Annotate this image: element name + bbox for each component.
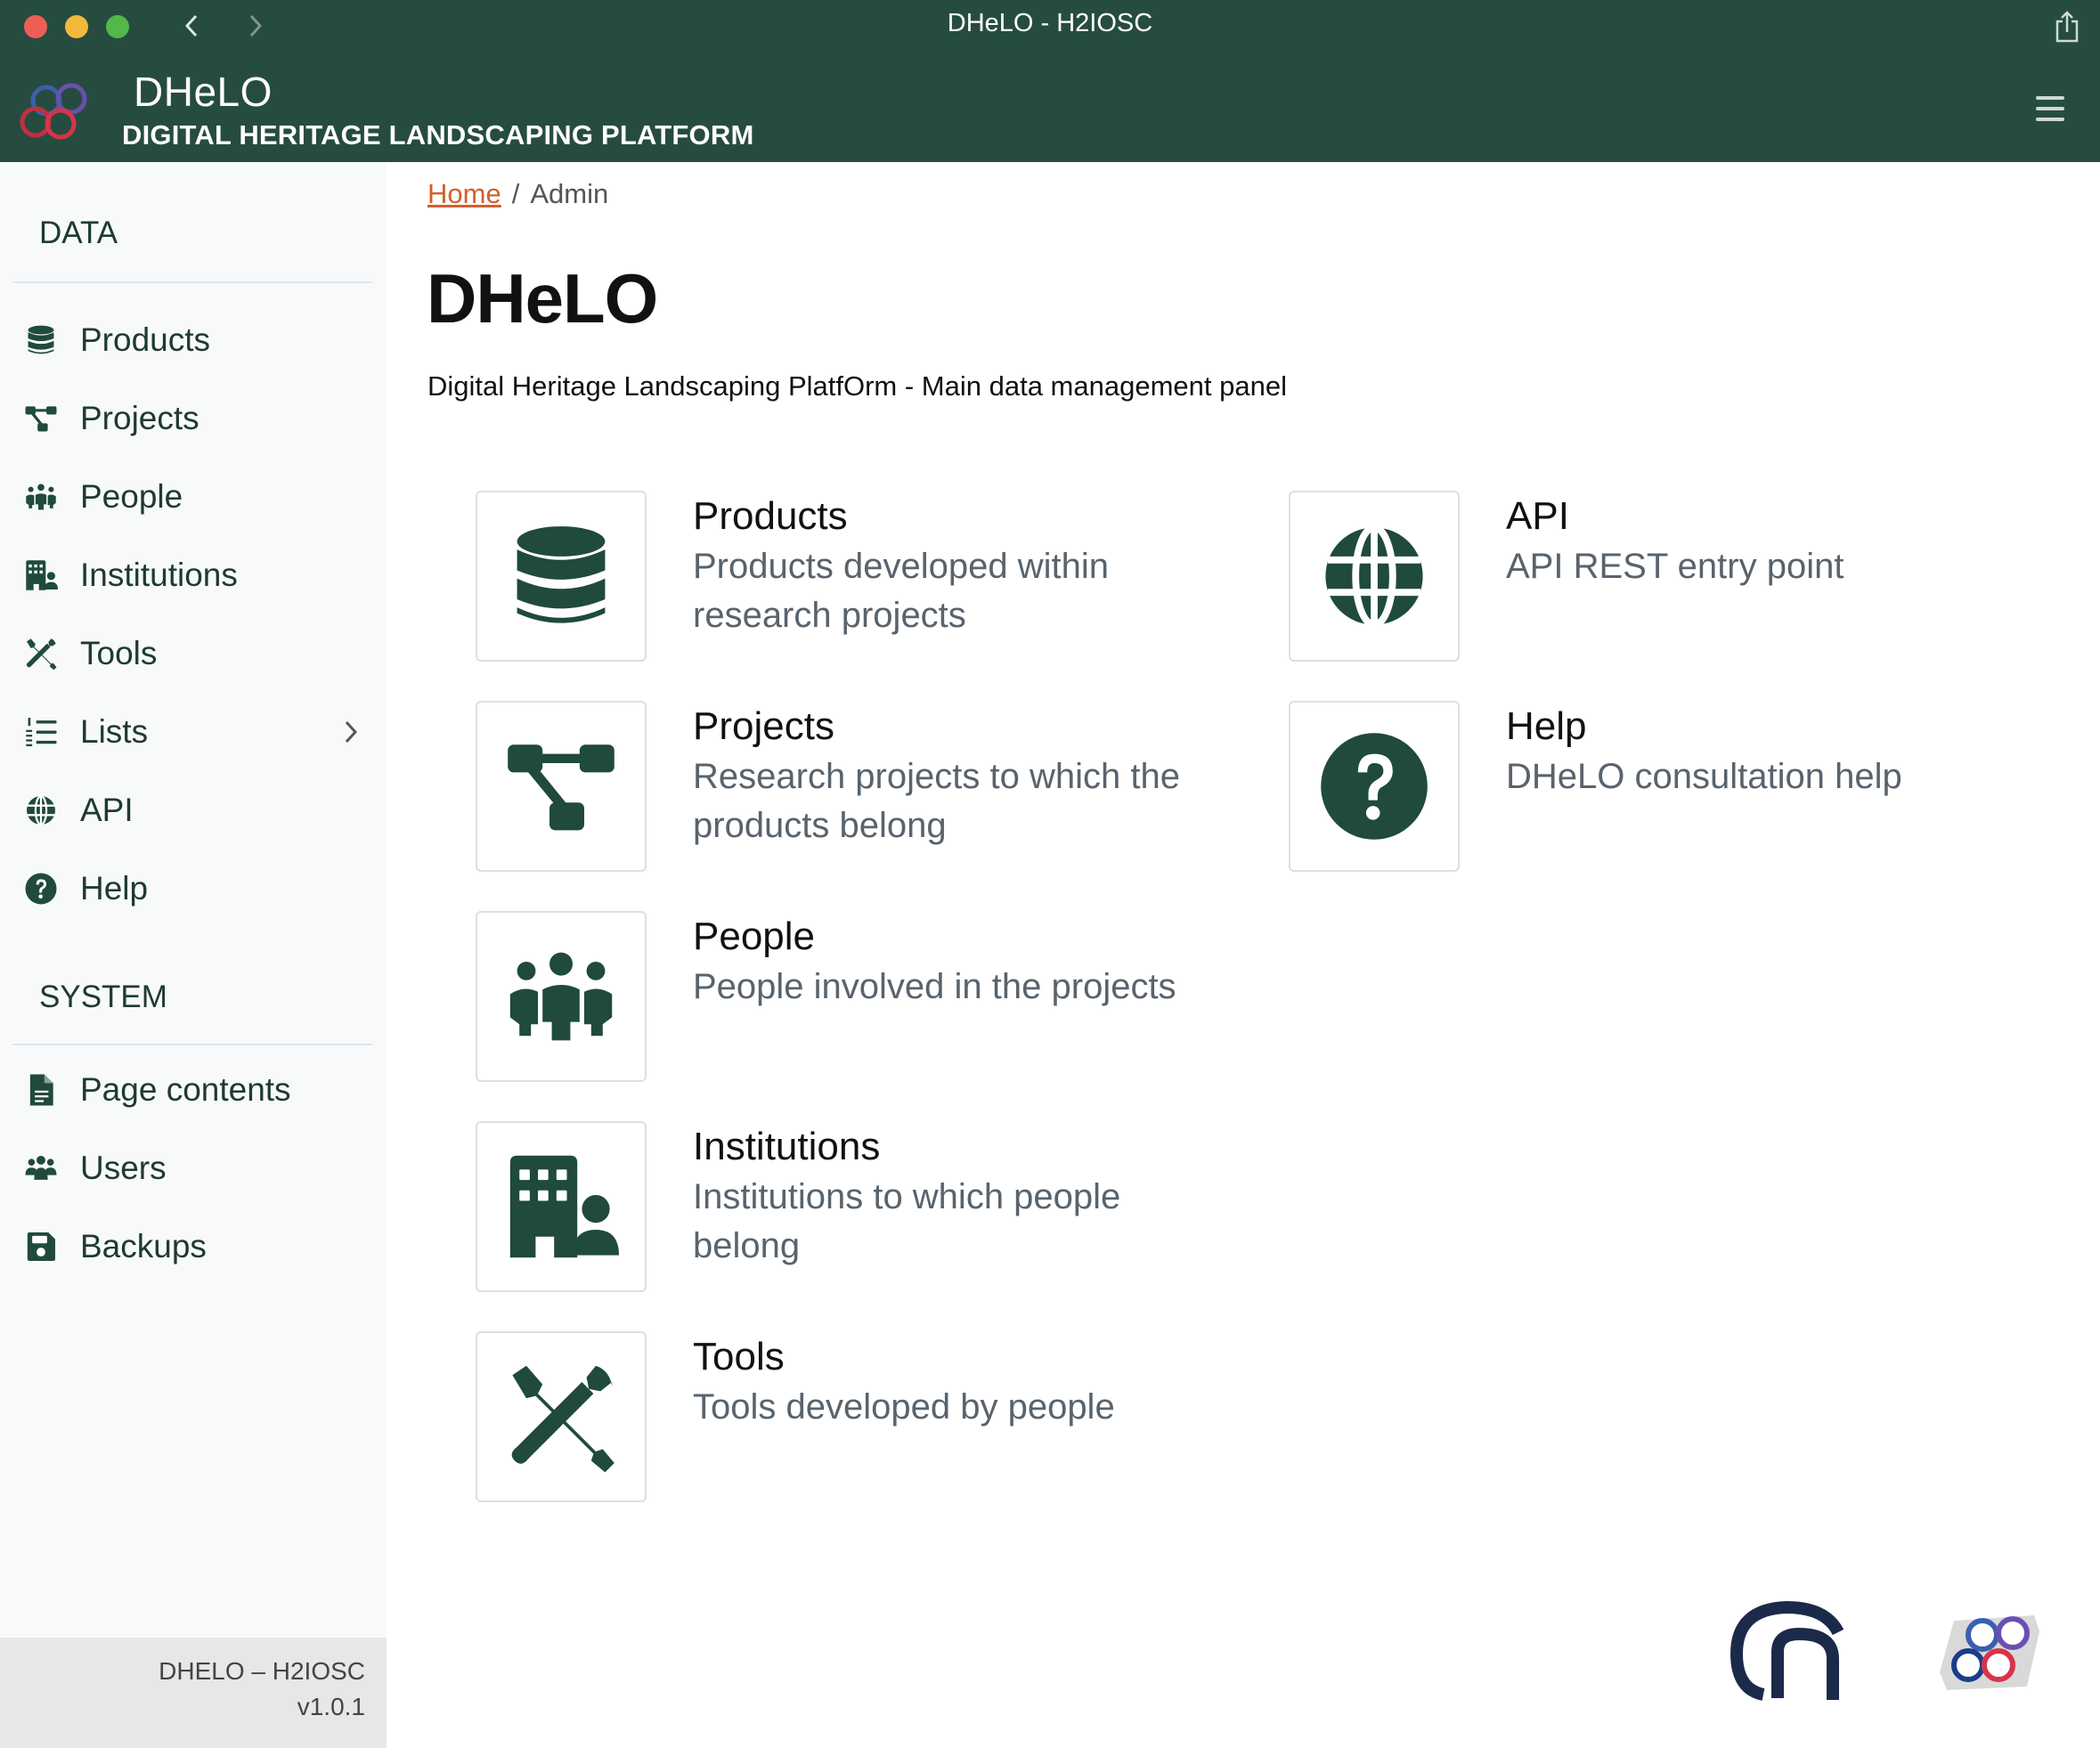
sidebar-item-page-contents[interactable]: Page contents [23, 1065, 362, 1115]
sidebar-item-label: Help [80, 870, 149, 907]
breadcrumb-current: Admin [530, 178, 609, 209]
dhelo-footer-logo [1940, 1615, 2039, 1690]
window-titlebar: DHeLO - H2IOSC [0, 0, 2100, 52]
hamburger-menu-icon[interactable] [2036, 96, 2064, 121]
card-description: People involved in the projects [693, 967, 1176, 1006]
card-projects[interactable]: Projects Research projects to which the … [476, 701, 1180, 872]
tools-icon [23, 636, 59, 671]
dhelo-logo[interactable] [12, 77, 94, 145]
file-lines-icon [23, 1072, 59, 1108]
sidebar-heading-system: SYSTEM [39, 980, 167, 1014]
card-api[interactable]: API API REST entry point [1289, 491, 1966, 662]
sidebar-item-label: Products [80, 321, 211, 358]
card-title[interactable]: Help [1506, 704, 1587, 749]
card-description: API REST entry point [1506, 547, 1844, 586]
card-icon-box[interactable] [1289, 701, 1460, 872]
card-description: DHeLO consultation help [1506, 757, 1902, 796]
card-title[interactable]: Tools [693, 1335, 785, 1379]
project-diagram-icon [503, 728, 619, 844]
question-circle-icon [23, 871, 59, 907]
sidebar-item-products[interactable]: Products [23, 315, 362, 365]
building-user-icon [503, 1149, 619, 1264]
sidebar-divider [12, 281, 372, 283]
sidebar-item-label: Tools [80, 635, 158, 671]
card-help[interactable]: Help DHeLO consultation help [1289, 701, 1966, 872]
sidebar-item-people[interactable]: People [23, 472, 362, 522]
card-icon-box[interactable] [476, 1331, 647, 1502]
project-diagram-icon [23, 401, 59, 436]
sidebar-item-label: Page contents [80, 1071, 291, 1108]
card-icon-box[interactable] [476, 1121, 647, 1292]
tools-icon [503, 1359, 619, 1475]
sidebar-item-label: Projects [80, 400, 199, 436]
sidebar-item-label: Users [80, 1150, 167, 1186]
brand-name: DHeLO [134, 69, 273, 115]
card-title[interactable]: Products [693, 494, 848, 539]
database-icon [503, 518, 619, 634]
sidebar-item-label: Lists [80, 713, 149, 750]
card-description: Tools developed by people [693, 1387, 1115, 1427]
card-icon-box[interactable] [476, 491, 647, 662]
building-user-icon [23, 557, 59, 593]
cnr-logo [1730, 1600, 1844, 1701]
card-institutions[interactable]: Institutions Institutions to which peopl… [476, 1121, 1170, 1292]
chevron-right-icon[interactable] [340, 718, 362, 746]
globe-icon [23, 793, 59, 828]
globe-icon [1316, 518, 1432, 634]
question-circle-icon [1316, 728, 1432, 844]
sidebar-item-users[interactable]: Users [23, 1143, 362, 1193]
card-icon-box[interactable] [476, 701, 647, 872]
footer-version: v1.0.1 [297, 1693, 365, 1720]
database-icon [23, 322, 59, 358]
card-title[interactable]: Institutions [693, 1125, 880, 1169]
breadcrumb-home-link[interactable]: Home [427, 178, 501, 209]
sidebar-item-label: Backups [80, 1228, 207, 1264]
card-title[interactable]: People [693, 915, 815, 959]
card-icon-box[interactable] [476, 911, 647, 1082]
sidebar-item-api[interactable]: API [23, 785, 362, 835]
share-icon[interactable] [2054, 11, 2080, 43]
sidebar: DATA Products Projects People Institutio… [0, 162, 387, 1748]
card-title[interactable]: API [1506, 494, 1569, 539]
sidebar-item-label: People [80, 478, 183, 515]
card-title[interactable]: Projects [693, 704, 834, 749]
card-tools[interactable]: Tools Tools developed by people [476, 1331, 1170, 1502]
sidebar-item-label: Institutions [80, 557, 238, 593]
breadcrumb: Home / Admin [427, 178, 608, 210]
page-subtitle: Digital Heritage Landscaping PlatfOrm - … [427, 370, 1287, 402]
sidebar-item-projects[interactable]: Projects [23, 394, 362, 443]
brand-tagline: DIGITAL HERITAGE LANDSCAPING PLATFORM [122, 119, 754, 150]
floppy-disk-icon [23, 1229, 59, 1264]
sidebar-item-backups[interactable]: Backups [23, 1222, 362, 1272]
users-icon [23, 1150, 59, 1186]
card-description: Institutions to which people belong [693, 1177, 1121, 1265]
sidebar-item-institutions[interactable]: Institutions [23, 550, 362, 600]
app-header: DHeLO DIGITAL HERITAGE LANDSCAPING PLATF… [0, 52, 2100, 162]
footer-app-name: DHELO – H2IOSC [159, 1657, 365, 1685]
breadcrumb-separator: / [511, 178, 520, 209]
sidebar-item-tools[interactable]: Tools [23, 629, 362, 679]
sidebar-heading-data: DATA [39, 215, 118, 250]
window-title: DHeLO - H2IOSC [947, 9, 1153, 37]
sidebar-item-lists[interactable]: Lists [23, 707, 362, 757]
card-products[interactable]: Products Products developed within resea… [476, 491, 1170, 662]
people-group-icon [503, 939, 619, 1054]
people-group-icon [23, 479, 59, 515]
card-description: Research projects to which the products … [693, 757, 1180, 845]
sidebar-item-label: API [80, 792, 134, 828]
page-title: DHeLO [427, 259, 658, 337]
card-icon-box[interactable] [1289, 491, 1460, 662]
card-people[interactable]: People People involved in the projects [476, 911, 1176, 1082]
list-ol-icon [23, 714, 59, 750]
sidebar-item-help[interactable]: Help [23, 864, 362, 914]
sidebar-divider [12, 1044, 372, 1045]
sidebar-footer: DHELO – H2IOSC v1.0.1 [0, 1638, 387, 1748]
card-description: Products developed within research proje… [693, 547, 1109, 635]
